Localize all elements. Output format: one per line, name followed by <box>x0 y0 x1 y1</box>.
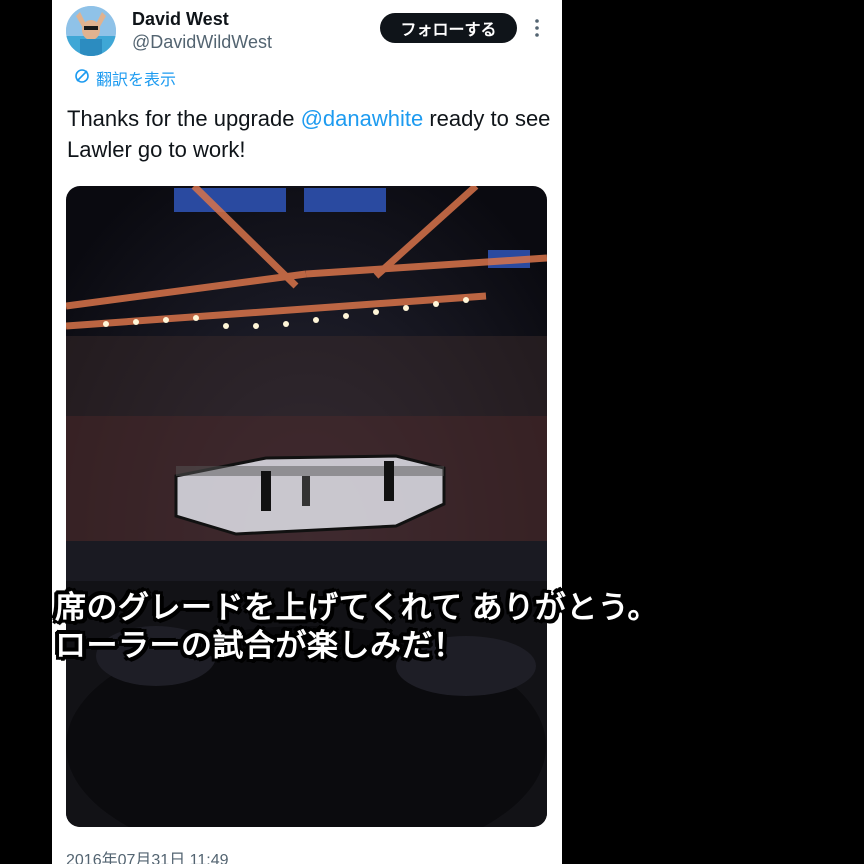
handle[interactable]: @DavidWildWest <box>132 32 272 53</box>
translate-icon <box>74 68 90 89</box>
tweet-text: Thanks for the upgrade @danawhite ready … <box>67 103 552 165</box>
display-name[interactable]: David West <box>132 9 229 30</box>
tweet-photo[interactable] <box>66 186 547 827</box>
mention-link[interactable]: @danawhite <box>301 106 424 131</box>
tweet-timestamp[interactable]: 2016年07月31日 11:49 <box>66 846 229 864</box>
more-vertical-icon[interactable] <box>530 18 544 38</box>
follow-button[interactable]: フォローする <box>380 13 517 43</box>
caption-line-1: 席のグレードを上げてくれて ありがとう。 <box>55 590 659 625</box>
tweet-text-part: Thanks for the upgrade <box>67 106 301 131</box>
tweet-card: David West @DavidWildWest フォローする 翻訳を表示 T… <box>52 0 562 864</box>
caption-line-2: ローラーの試合が楽しみだ！ <box>55 628 465 663</box>
translate-label: 翻訳を表示 <box>96 72 177 89</box>
subtitle-caption: 席のグレードを上げてくれて ありがとう。 ローラーの試合が楽しみだ！ <box>55 589 659 665</box>
translate-link[interactable]: 翻訳を表示 <box>74 66 176 90</box>
avatar[interactable] <box>66 6 116 56</box>
